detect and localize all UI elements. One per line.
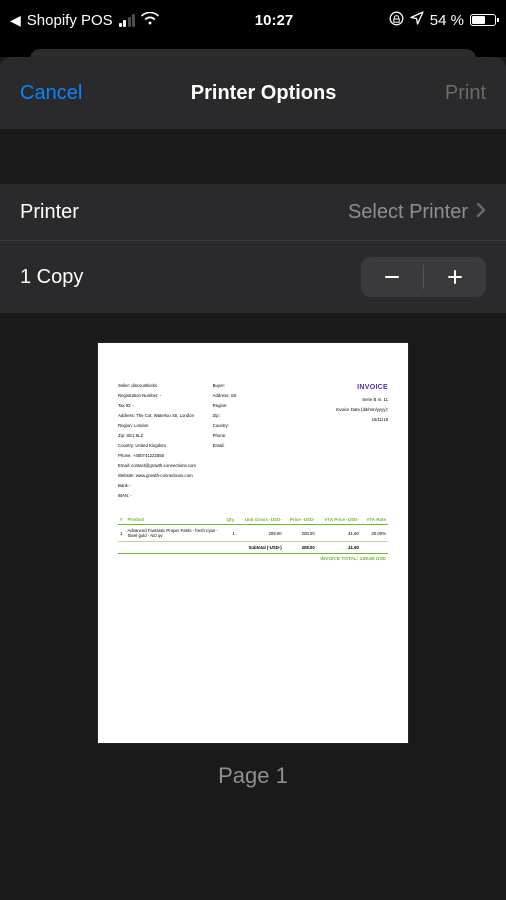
printer-value: Select Printer	[348, 201, 468, 224]
copies-row: 1 Copy	[0, 240, 506, 313]
copies-label: 1 Copy	[20, 266, 83, 289]
table-row: 1 Advanced Fantastic Proper Pants - fres…	[118, 525, 388, 542]
page-number-label: Page 1	[218, 763, 288, 789]
printer-options-sheet: Cancel Printer Options Print Printer Sel…	[0, 57, 506, 900]
orientation-lock-icon	[389, 11, 404, 30]
cancel-button[interactable]: Cancel	[20, 82, 82, 105]
back-app-name[interactable]: Shopify POS	[27, 12, 113, 29]
page-title: Printer Options	[191, 82, 337, 105]
invoice-table: # Product Qty. Unit Gross -USD- Price -U…	[118, 515, 388, 554]
printer-label: Printer	[20, 201, 79, 224]
settings-list: Printer Select Printer 1 Copy	[0, 184, 506, 313]
page-thumbnail[interactable]: Seller: discountkicks Registration Numbe…	[98, 343, 408, 743]
status-time: 10:27	[255, 12, 293, 29]
preview-area: Seller: discountkicks Registration Numbe…	[0, 313, 506, 819]
location-icon	[410, 11, 424, 29]
invoice-meta-block: INVOICE Serie B nr. 11 Invoice Date (dd/…	[307, 383, 388, 499]
nav-bar: Cancel Printer Options Print	[0, 57, 506, 129]
increment-button[interactable]	[424, 257, 486, 297]
invoice-title: INVOICE	[307, 383, 388, 393]
print-button[interactable]: Print	[445, 82, 486, 105]
copies-stepper	[361, 257, 486, 297]
wifi-icon	[141, 12, 159, 29]
battery-text: 54 %	[430, 12, 464, 29]
invoice-total: INVOICE TOTAL: 249.60 USD	[118, 557, 388, 562]
cell-signal-icon	[119, 14, 136, 27]
subtotal-row: Subtotal (-USD-) 208.00 41.60	[118, 542, 388, 554]
decrement-button[interactable]	[361, 257, 423, 297]
invoice-seller-block: Seller: discountkicks Registration Numbe…	[118, 383, 199, 499]
battery-icon	[470, 14, 496, 26]
printer-row[interactable]: Printer Select Printer	[0, 184, 506, 240]
back-caret-icon[interactable]: ◀	[10, 12, 21, 29]
status-bar: ◀ Shopify POS 10:27 54 %	[0, 0, 506, 40]
chevron-right-icon	[476, 201, 486, 224]
invoice-buyer-block: Buyer: Address: Str. Region: Zip: Countr…	[213, 383, 294, 499]
